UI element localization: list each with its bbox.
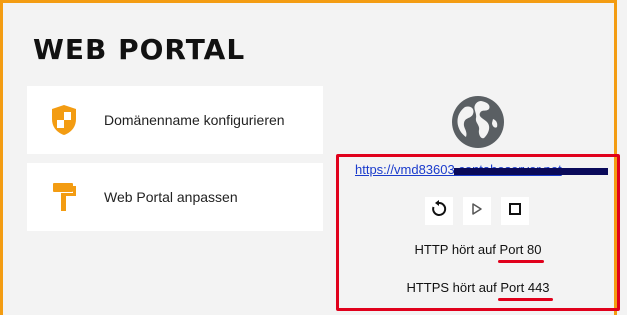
customize-web-portal-card[interactable]: Web Portal anpassen [27,163,323,231]
https-status-prefix: HTTPS hört auf [406,280,497,295]
url-redaction-bar [454,168,608,175]
page-title: WEB PORTAL [33,33,246,66]
https-port-value: Port 443 [500,280,550,295]
stop-icon [508,202,522,221]
portal-controls [425,197,529,225]
restart-button[interactable] [425,197,453,225]
play-icon [470,202,484,221]
restart-icon [430,199,448,223]
configure-domain-label: Domänenname konfigurieren [104,112,285,128]
https-status: HTTPS hört auf Port 443 [339,280,617,301]
globe-icon [451,95,505,149]
http-port-value: Port 80 [499,242,542,257]
https-port: Port 443 [498,280,553,301]
web-portal-window: WEB PORTAL Domänenname konfigurieren Web… [0,0,620,315]
https-port-underline [498,298,553,301]
customize-web-portal-label: Web Portal anpassen [104,189,238,205]
http-status: HTTP hört auf Port 80 [339,242,617,263]
portal-status-panel: https://vmd83603.contaboserver.net [336,154,620,311]
configure-domain-card[interactable]: Domänenname konfigurieren [27,86,323,154]
paint-roller-icon [42,175,86,219]
start-button[interactable] [463,197,491,225]
http-status-prefix: HTTP hört auf [414,242,496,257]
shield-icon [42,98,86,142]
http-port-underline [497,260,545,263]
http-port: Port 80 [497,242,545,263]
stop-button[interactable] [501,197,529,225]
